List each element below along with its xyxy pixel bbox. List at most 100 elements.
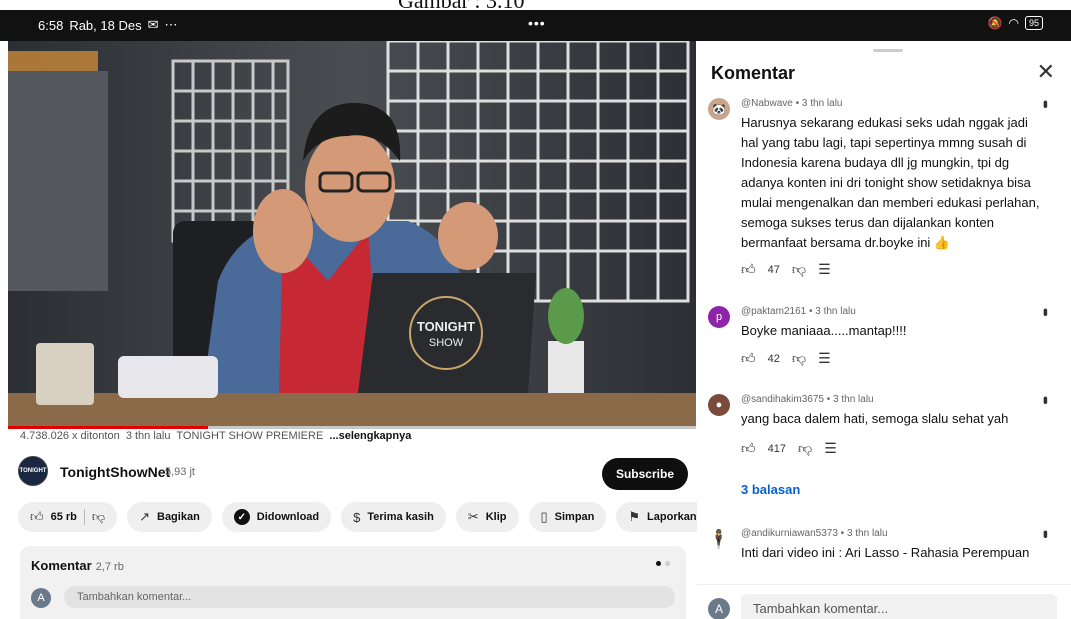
thumb-up-icon[interactable]: 👍︎	[30, 509, 44, 525]
status-time: 6:58	[38, 17, 64, 33]
comment-actions: 👍︎ 417 👎︎ ☰	[741, 440, 837, 457]
download-label: Didownload	[256, 511, 320, 523]
video-progress-bar[interactable]	[8, 426, 696, 429]
status-left: 6:58 Rab, 18 Des ✉ ⋯	[38, 17, 177, 33]
thanks-label: Terima kasih	[367, 511, 434, 523]
dot-inactive	[665, 561, 670, 566]
flag-icon: ⚑	[628, 509, 641, 524]
dot-active	[656, 561, 661, 566]
subscribe-button[interactable]: Subscribe	[601, 458, 688, 490]
reply-icon[interactable]: ☰	[818, 350, 831, 367]
video-tag: TONIGHT SHOW PREMIERE	[176, 430, 324, 442]
thumb-down-icon[interactable]: 👎︎	[798, 440, 812, 457]
comment-author[interactable]: @andikurniawan5373 • 3 thn lalu	[741, 528, 888, 539]
comment-count: 2,7 rb	[95, 561, 124, 573]
like-dislike-chip[interactable]: 👍︎ 65 rb 👎︎	[18, 502, 118, 532]
panel-title: Komentar	[711, 63, 796, 83]
wifi-icon: ◠	[1008, 16, 1019, 30]
channel-name[interactable]: TonightShowNet	[60, 464, 170, 480]
status-right: 🔕 ◠ 95	[988, 16, 1043, 30]
carousel-dots	[656, 561, 670, 566]
save-label: Simpan	[554, 511, 595, 523]
reply-icon[interactable]: ☰	[824, 440, 837, 457]
comment-author[interactable]: @Nabwave • 3 thn lalu	[741, 98, 842, 109]
like-count: 42	[767, 352, 780, 365]
channel-avatar[interactable]: TONIGHT	[18, 456, 48, 486]
clip-label: Klip	[485, 511, 507, 523]
status-center-dots: •••	[528, 15, 546, 31]
thumb-down-icon[interactable]: 👎︎	[792, 261, 806, 278]
like-count: 417	[767, 442, 786, 455]
avatar[interactable]: 🕴	[708, 528, 730, 550]
share-button[interactable]: ↗ Bagikan	[127, 502, 212, 532]
save-button[interactable]: ▯ Simpan	[528, 502, 607, 532]
more-vert-icon[interactable]: •••	[1038, 100, 1054, 106]
thanks-icon: $	[353, 509, 361, 525]
video-meta[interactable]: 4.738.026 x ditonton 3 thn lalu TONIGHT …	[20, 430, 411, 442]
caption-text: Gambar : 3.10	[398, 0, 524, 10]
download-button[interactable]: ✓ Didownload	[221, 502, 332, 532]
laptop-logo-text-1: TONIGHT	[417, 319, 475, 334]
add-comment-input[interactable]: Tambahkan komentar...	[741, 594, 1057, 619]
comment-author[interactable]: @sandihakim3675 • 3 thn lalu	[741, 394, 874, 405]
thumb-down-icon[interactable]: 👎︎	[92, 509, 105, 525]
replies-link[interactable]: 3 balasan	[741, 482, 800, 497]
video-player[interactable]: TONIGHT SHOW	[8, 41, 696, 427]
status-date: Rab, 18 Des	[69, 17, 142, 33]
comment-text: Inti dari video ini : Ari Lasso - Rahasi…	[741, 545, 1030, 560]
thanks-button[interactable]: $ Terima kasih	[341, 502, 446, 532]
comment-text: Harusnya sekarang edukasi seks udah ngga…	[741, 115, 1040, 250]
battery-icon: 95	[1024, 16, 1043, 30]
comments-teaser-label: Komentar	[31, 558, 92, 573]
app-root: Gambar : 3.10 6:58 Rab, 18 Des ✉ ⋯ ••• 🔕…	[0, 0, 1071, 619]
thumb-up-icon[interactable]: 👍︎	[741, 261, 756, 278]
check-icon: ✓	[233, 509, 250, 525]
thumb-up-icon[interactable]: 👍︎	[741, 350, 756, 367]
like-count: 65 rb	[50, 511, 77, 523]
more-notifications-icon: ⋯	[164, 17, 178, 32]
status-bar: 6:58 Rab, 18 Des ✉ ⋯ ••• 🔕 ◠ 95	[0, 10, 1071, 41]
close-icon[interactable]: ✕	[1037, 61, 1055, 83]
divider	[83, 509, 85, 525]
comment-actions: 👍︎ 42 👎︎ ☰	[741, 350, 831, 367]
avatar[interactable]: ●	[708, 394, 730, 416]
thumb-up-icon[interactable]: 👍︎	[741, 440, 756, 457]
video-progress-fill	[8, 426, 208, 429]
mute-icon: 🔕	[987, 16, 1003, 30]
user-avatar: A	[31, 588, 51, 608]
show-more-link[interactable]: ...selengkapnya	[329, 430, 411, 442]
share-icon: ↗	[139, 509, 150, 524]
clip-button[interactable]: ✂ Klip	[455, 502, 519, 532]
comments-teaser[interactable]: Komentar 2,7 rb A Tambahkan komentar...	[20, 546, 686, 619]
scissors-icon: ✂	[467, 509, 479, 524]
thumb-down-icon[interactable]: 👎︎	[792, 350, 806, 367]
comment-text: yang baca dalem hati, semoga slalu sehat…	[741, 411, 1009, 426]
user-avatar: A	[708, 598, 730, 619]
drag-handle[interactable]	[873, 49, 903, 52]
reply-icon[interactable]: ☰	[818, 261, 831, 278]
bookmark-icon: ▯	[540, 509, 548, 524]
comments-teaser-title: Komentar 2,7 rb	[31, 558, 124, 573]
more-vert-icon[interactable]: •••	[1038, 396, 1054, 402]
share-label: Bagikan	[157, 511, 200, 523]
avatar[interactable]: 🐼	[708, 98, 730, 120]
upload-age: 3 thn lalu	[125, 430, 171, 442]
comments-panel: Komentar ✕ 🐼 @Nabwave • 3 thn lalu ••• H…	[697, 41, 1071, 619]
comment-actions: 👍︎ 47 👎︎ ☰	[741, 261, 831, 278]
video-frame: TONIGHT SHOW	[8, 41, 696, 427]
mail-icon: ✉	[147, 17, 159, 32]
report-label: Laporkan	[647, 511, 697, 523]
action-bar: 👍︎ 65 rb 👎︎ ↗ Bagikan ✓ Didownload $ Terima…	[18, 502, 709, 532]
view-count: 4.738.026 x ditonton	[20, 430, 120, 442]
more-vert-icon[interactable]: •••	[1038, 308, 1054, 314]
comment-author[interactable]: @paktam2161 • 3 thn lalu	[741, 306, 856, 317]
more-vert-icon[interactable]: •••	[1038, 530, 1054, 536]
avatar[interactable]: p	[708, 306, 730, 328]
subscriber-count: 5,93 jt	[165, 466, 195, 478]
add-comment-input[interactable]: Tambahkan komentar...	[64, 586, 675, 608]
like-count: 47	[767, 263, 780, 276]
report-button[interactable]: ⚑ Laporkan	[616, 502, 709, 532]
laptop-logo-text-2: SHOW	[429, 337, 464, 349]
channel-row: TONIGHT TonightShowNet 5,93 jt Subscribe	[18, 456, 688, 490]
comment-text: Boyke maniaaa.....mantap!!!!	[741, 323, 907, 338]
